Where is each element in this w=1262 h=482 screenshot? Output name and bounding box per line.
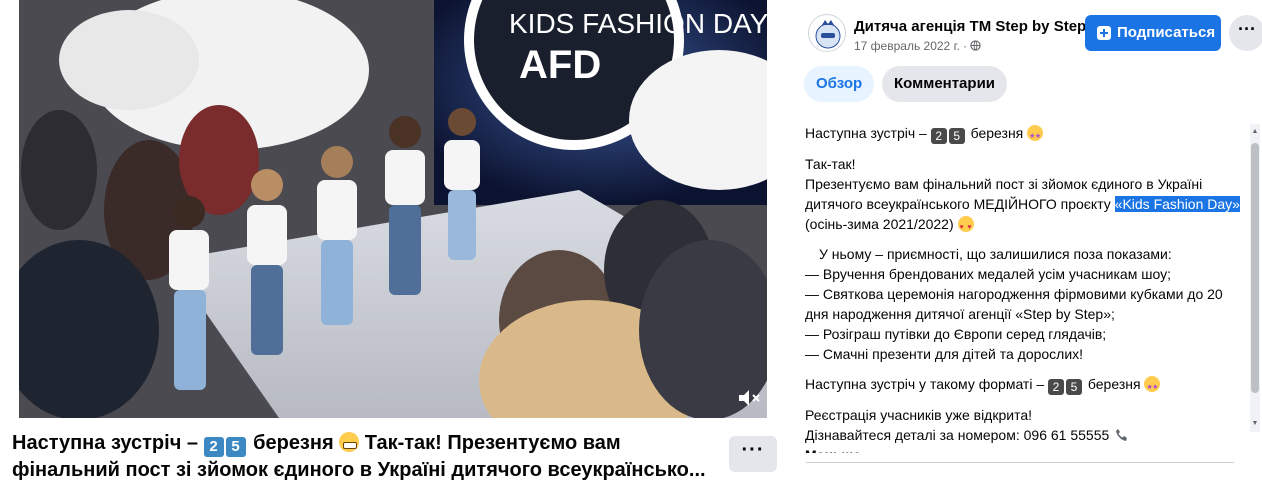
globe-icon xyxy=(970,40,981,51)
plus-icon xyxy=(1097,26,1111,40)
tab-comments[interactable]: Комментарии xyxy=(882,66,1008,102)
keycap-5-icon: 5 xyxy=(948,128,965,144)
mute-icon[interactable] xyxy=(737,388,761,408)
post-date-text: 17 февраль 2022 г. · xyxy=(854,39,968,53)
star-struck-icon xyxy=(1027,125,1044,147)
subscribe-button[interactable]: Подписаться xyxy=(1085,15,1221,51)
scroll-down-icon[interactable]: ▼ xyxy=(1251,420,1259,428)
post-line: Наступна зустріч – 25 березня xyxy=(805,123,1245,147)
keycap-5-icon: 5 xyxy=(225,437,246,457)
keycap-2-icon: 2 xyxy=(930,128,947,144)
post-line: Презентуємо вам фінальний пост зі зйомок… xyxy=(805,174,1245,238)
tab-overview[interactable]: Обзор xyxy=(804,66,875,102)
show-less-link[interactable]: Меньше xyxy=(805,445,1245,453)
subscribe-label: Подписаться xyxy=(1117,24,1216,41)
post-line: — Святкова церемонія нагородження фірмов… xyxy=(805,286,1223,322)
caption-text: Наступна зустріч – xyxy=(12,432,204,454)
caption-text: березня xyxy=(247,432,340,454)
keycap-2-icon: 2 xyxy=(1048,379,1065,395)
avatar[interactable] xyxy=(808,14,846,52)
video-caption: Наступна зустріч – 25 березня Так-так! П… xyxy=(12,430,712,482)
caption-more-button[interactable]: ··· xyxy=(729,436,777,472)
video-frame: KIDS FASHION DAY AFD xyxy=(19,0,767,418)
post-line: — Розіграш путівки до Європи серед гляда… xyxy=(805,326,1107,342)
post-line: Так-так! xyxy=(805,156,856,172)
selected-text-link[interactable]: «Kids Fashion Day» xyxy=(1114,196,1240,212)
backdrop-logo: AFD xyxy=(519,43,601,87)
keycap-5-icon: 5 xyxy=(1066,379,1083,395)
scrollbar-thumb[interactable] xyxy=(1251,143,1259,393)
post-line: У ньому – приємності, що залишилися поза… xyxy=(819,246,1172,262)
post-line: — Вручення брендованих медалей усім учас… xyxy=(805,266,1171,282)
divider xyxy=(806,462,1234,463)
keycap-2-icon: 2 xyxy=(203,437,224,457)
grinning-face-icon xyxy=(339,432,360,452)
backdrop-title: KIDS FASHION DAY xyxy=(509,8,767,39)
page-logo-icon xyxy=(815,20,841,49)
post-body: Наступна зустріч – 25 березня Так-так! П… xyxy=(805,123,1245,453)
heart-eyes-icon xyxy=(957,216,974,238)
more-icon[interactable]: ··· xyxy=(1229,15,1262,51)
post-line: Реєстрація учасників уже відкрита! xyxy=(805,407,1033,423)
post-line: Наступна зустріч у такому форматі – 25 б… xyxy=(805,374,1245,398)
scroll-up-icon[interactable]: ▲ xyxy=(1251,128,1259,136)
video-player[interactable]: KIDS FASHION DAY AFD xyxy=(19,0,767,418)
star-struck-icon xyxy=(1144,376,1161,398)
phone-icon xyxy=(1116,429,1128,441)
post-date[interactable]: 17 февраль 2022 г. · xyxy=(854,39,981,53)
post-line: — Смачні презенти для дітей та дорослих! xyxy=(805,346,1084,362)
page-name[interactable]: Дитяча агенція ТМ Step by Step xyxy=(854,18,1086,35)
post-line: Дізнавайтеся деталі за номером: 096 61 5… xyxy=(805,425,1245,445)
